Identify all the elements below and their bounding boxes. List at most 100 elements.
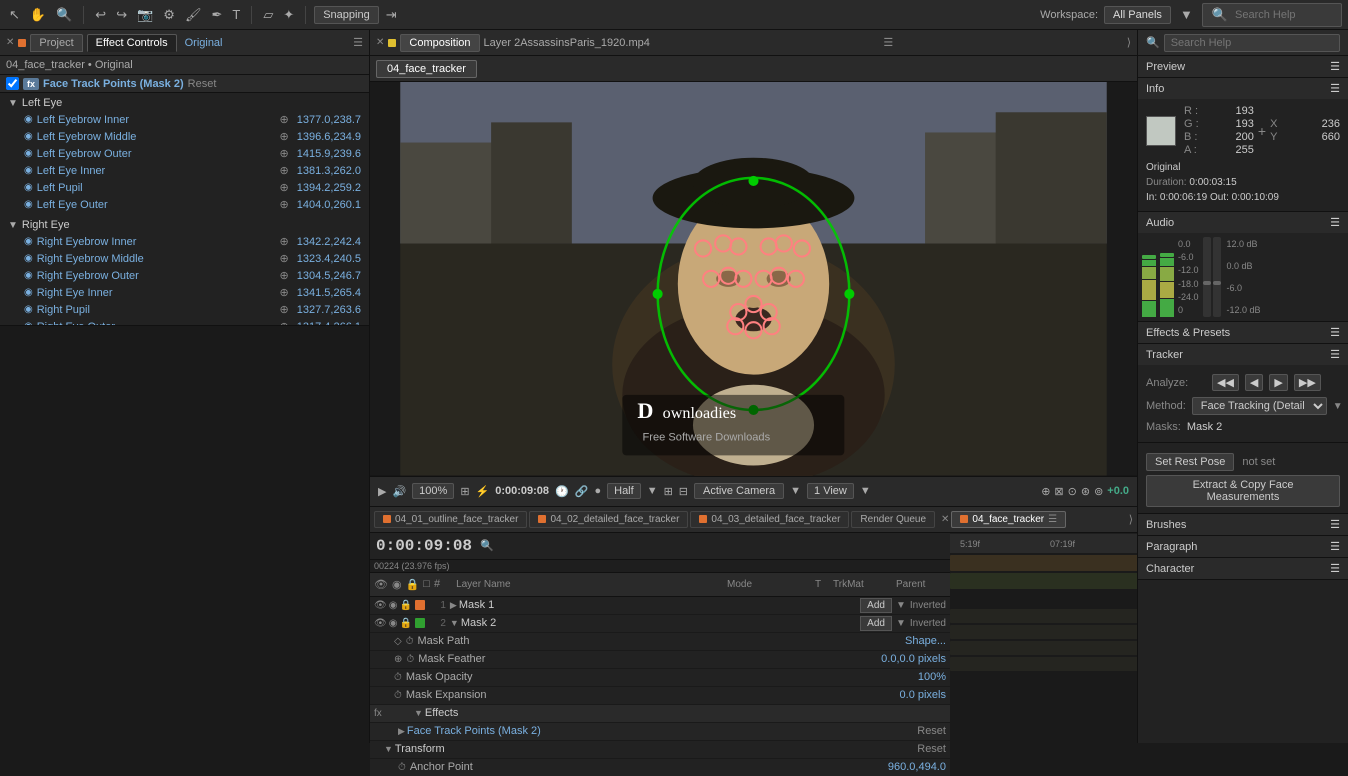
- effects-expand-icon[interactable]: ▼: [414, 708, 423, 718]
- method-chevron-icon[interactable]: ▼: [1333, 401, 1343, 412]
- effects-presets-header[interactable]: Effects & Presets ☰: [1138, 322, 1348, 343]
- fx-checkbox[interactable]: [6, 77, 19, 90]
- left-eye-outer[interactable]: ◉ Left Eye Outer ⊕ 1404.0,260.1: [0, 196, 369, 213]
- redo-icon[interactable]: ↪: [113, 5, 130, 25]
- snapping-button[interactable]: Snapping: [314, 6, 379, 24]
- comp-tool4-icon[interactable]: ⊛: [1081, 485, 1090, 498]
- fx-reset-button[interactable]: Reset: [188, 78, 217, 90]
- lock-icon[interactable]: 🔒: [406, 578, 420, 591]
- mask1-expand-icon[interactable]: ▶: [450, 600, 457, 611]
- right-eye-outer[interactable]: ◉ Right Eye Outer ⊕ 1317.4,266.1: [0, 318, 369, 326]
- active-camera-button[interactable]: Active Camera: [694, 483, 784, 499]
- puppet-tool-icon[interactable]: ✦: [280, 5, 297, 25]
- right-eye-header[interactable]: ▼ Right Eye: [0, 217, 369, 233]
- effects-row[interactable]: fx ▼ Effects: [370, 705, 950, 723]
- tab-original[interactable]: Original: [185, 37, 223, 49]
- crosshair-icon-2[interactable]: ⊕: [280, 130, 289, 143]
- quality-chevron-icon[interactable]: ▼: [647, 485, 658, 497]
- mask2-solo-icon[interactable]: ◉: [389, 618, 398, 629]
- paragraph-menu-icon[interactable]: ☰: [1330, 540, 1340, 553]
- transform-expand-icon[interactable]: ▼: [384, 744, 393, 754]
- mask2-chevron-icon[interactable]: ▼: [896, 618, 906, 629]
- crosshair-icon-re3[interactable]: ⊕: [280, 269, 289, 282]
- right-eyebrow-outer[interactable]: ◉ Right Eyebrow Outer ⊕ 1304.5,246.7: [0, 267, 369, 284]
- left-eyebrow-middle[interactable]: ◉ Left Eyebrow Middle ⊕ 1396.6,234.9: [0, 128, 369, 145]
- right-eye-inner[interactable]: ◉ Right Eye Inner ⊕ 1341.5,265.4: [0, 284, 369, 301]
- tl-close-icon[interactable]: ✕: [941, 514, 949, 525]
- hand-tool-icon[interactable]: ✋: [27, 5, 49, 25]
- tracker-menu-icon[interactable]: ☰: [1330, 348, 1340, 361]
- mask1-eye-icon[interactable]: 👁: [374, 600, 387, 611]
- label-icon[interactable]: □: [423, 578, 430, 590]
- mask1-lock-icon[interactable]: 🔒: [399, 600, 411, 611]
- mask-feather-value[interactable]: 0.0,0.0 pixels: [881, 653, 946, 665]
- right-pupil[interactable]: ◉ Right Pupil ⊕ 1327.7,263.6: [0, 301, 369, 318]
- comp-tool2-icon[interactable]: ⊠: [1054, 485, 1063, 498]
- mask-path-stopwatch[interactable]: ⏱: [406, 636, 414, 647]
- comp-clock-icon[interactable]: 🕐: [555, 485, 569, 498]
- comp-view-icon[interactable]: ⊞: [460, 485, 469, 498]
- comp-grid-icon[interactable]: ⊞: [664, 485, 673, 498]
- preview-menu-icon[interactable]: ☰: [1330, 60, 1340, 73]
- mask1-solo-icon[interactable]: ◉: [389, 600, 398, 611]
- pen-tool-icon[interactable]: ✒: [208, 5, 225, 25]
- right-eyebrow-inner[interactable]: ◉ Right Eyebrow Inner ⊕ 1342.2,242.4: [0, 233, 369, 250]
- mask2-layer-row[interactable]: 👁 ◉ 🔒 2 ▼ Mask 2 Add ▼ Inverted: [370, 615, 950, 633]
- tab-composition[interactable]: Composition: [400, 34, 479, 52]
- set-rest-button[interactable]: Set Rest Pose: [1146, 453, 1234, 471]
- views-chevron-icon[interactable]: ▼: [860, 485, 871, 497]
- tab-04-02-face[interactable]: 04_02_detailed_face_tracker: [529, 511, 688, 528]
- mask2-lock-icon[interactable]: 🔒: [399, 618, 411, 629]
- tl-active-tab-menu[interactable]: ☰: [1048, 514, 1057, 525]
- camera-icon[interactable]: 📷: [134, 5, 156, 25]
- mask1-add-button[interactable]: Add: [860, 598, 892, 613]
- crosshair-icon[interactable]: ⊕: [280, 113, 289, 126]
- panel-close-icon[interactable]: ✕: [6, 37, 14, 48]
- tracker-header[interactable]: Tracker ☰: [1138, 344, 1348, 365]
- arrow-tool-icon[interactable]: ↖: [6, 5, 23, 25]
- workspace-button[interactable]: All Panels: [1104, 6, 1171, 24]
- crosshair-icon-3[interactable]: ⊕: [280, 147, 289, 160]
- search-input[interactable]: [1235, 9, 1335, 21]
- left-eyebrow-outer[interactable]: ◉ Left Eyebrow Outer ⊕ 1415.9,239.6: [0, 145, 369, 162]
- mask-opacity-stopwatch[interactable]: ⏱: [394, 672, 402, 683]
- quality-button[interactable]: Half: [607, 483, 641, 499]
- info-header[interactable]: Info ☰: [1138, 78, 1348, 99]
- brushes-header[interactable]: Brushes ☰: [1138, 514, 1348, 535]
- preview-header[interactable]: Preview ☰: [1138, 56, 1348, 77]
- comp-grid2-icon[interactable]: ⊟: [679, 485, 688, 498]
- mask-path-value[interactable]: Shape...: [905, 635, 946, 647]
- panel-menu-icon[interactable]: ☰: [353, 36, 363, 49]
- views-button[interactable]: 1 View: [807, 483, 854, 499]
- brushes-menu-icon[interactable]: ☰: [1330, 518, 1340, 531]
- workspace-chevron-icon[interactable]: ▼: [1177, 5, 1196, 24]
- crosshair-icon-5[interactable]: ⊕: [280, 181, 289, 194]
- tab-04-face-active[interactable]: 04_face_tracker ☰: [951, 511, 1066, 528]
- crosshair-icon-re6[interactable]: ⊕: [280, 320, 289, 326]
- right-eyebrow-middle[interactable]: ◉ Right Eyebrow Middle ⊕ 1323.4,240.5: [0, 250, 369, 267]
- crosshair-icon-re5[interactable]: ⊕: [280, 303, 289, 316]
- ftp-reset-button[interactable]: Reset: [917, 725, 946, 737]
- tl-expand-icon[interactable]: ⟩: [1129, 513, 1133, 526]
- mask-feather-stopwatch[interactable]: ⏱: [406, 654, 414, 665]
- crosshair-icon-6[interactable]: ⊕: [280, 198, 289, 211]
- active-comp-tab[interactable]: 04_face_tracker: [376, 60, 477, 78]
- mask1-chevron-icon[interactable]: ▼: [896, 600, 906, 611]
- mask-expansion-value[interactable]: 0.0 pixels: [900, 689, 946, 701]
- left-pupil[interactable]: ◉ Left Pupil ⊕ 1394.2,259.2: [0, 179, 369, 196]
- effects-presets-menu-icon[interactable]: ☰: [1330, 326, 1340, 339]
- mask2-add-button[interactable]: Add: [860, 616, 892, 631]
- crosshair-icon-re1[interactable]: ⊕: [280, 235, 289, 248]
- mask2-expand-icon[interactable]: ▼: [450, 618, 459, 628]
- character-menu-icon[interactable]: ☰: [1330, 562, 1340, 575]
- crosshair-icon-re4[interactable]: ⊕: [280, 286, 289, 299]
- zoom-tool-icon[interactable]: 🔍: [53, 5, 75, 25]
- settings-icon[interactable]: ⚙: [160, 5, 178, 25]
- comp-close-icon[interactable]: ✕: [376, 37, 384, 48]
- tab-effect-controls[interactable]: Effect Controls: [87, 34, 177, 52]
- search-help-input[interactable]: [1164, 34, 1340, 52]
- comp-link-icon[interactable]: 🔗: [575, 485, 589, 498]
- comp-panel-menu-icon[interactable]: ☰: [883, 36, 893, 49]
- analyze-fwd-btn[interactable]: ▶: [1269, 374, 1287, 391]
- eye-icon[interactable]: 👁: [374, 578, 388, 591]
